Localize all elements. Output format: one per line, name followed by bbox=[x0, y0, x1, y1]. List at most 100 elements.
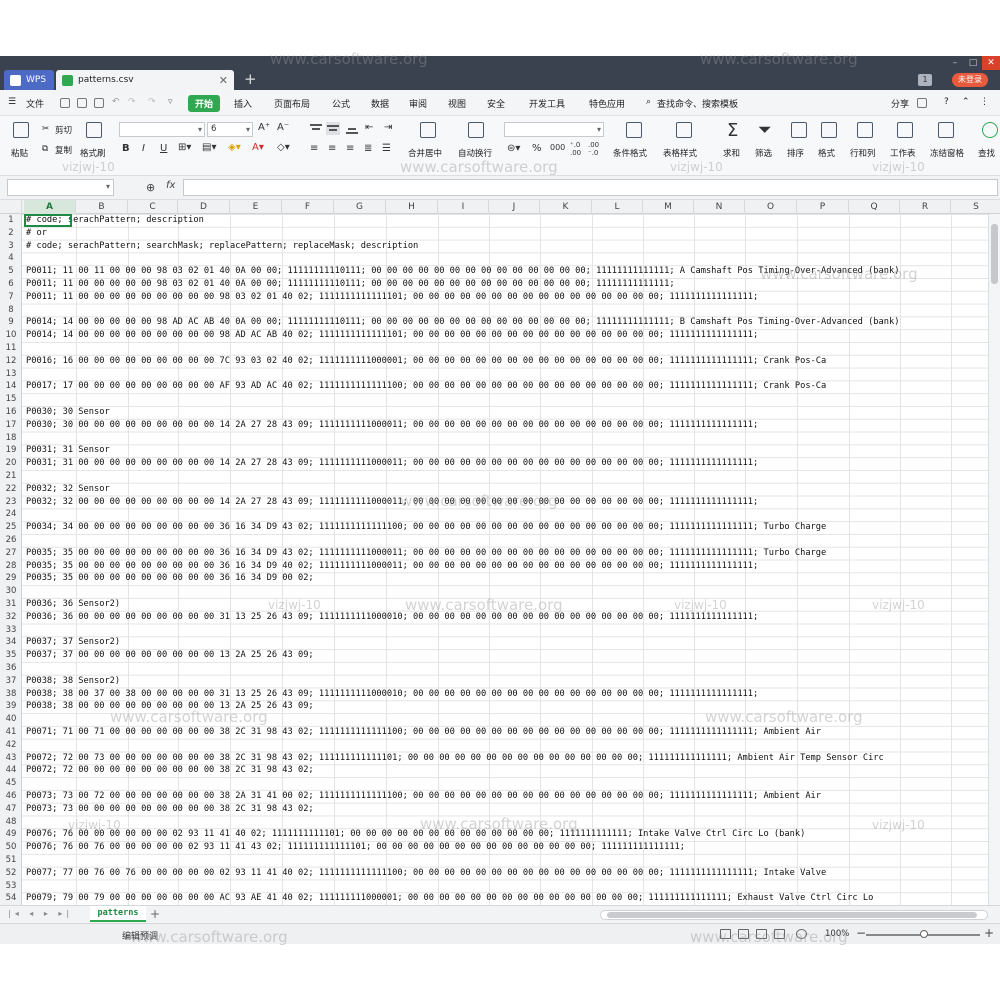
eye-protection-icon[interactable] bbox=[796, 929, 807, 939]
row-header-40[interactable]: 40 bbox=[0, 713, 22, 726]
row-header-30[interactable]: 30 bbox=[0, 585, 22, 598]
cell-a43[interactable]: P0072; 72 00 73 00 00 00 00 00 00 00 38 … bbox=[26, 752, 884, 765]
sort-button[interactable]: 排序 bbox=[787, 147, 804, 159]
command-search-input[interactable]: 查找命令、搜索模板 bbox=[657, 97, 738, 110]
column-header-p[interactable]: P bbox=[797, 200, 849, 214]
cell-a14[interactable]: P0017; 17 00 00 00 00 00 00 00 00 00 AF … bbox=[26, 380, 826, 393]
find-button[interactable]: 查找 bbox=[978, 147, 995, 159]
sum-icon[interactable]: Σ bbox=[727, 120, 738, 141]
row-header-15[interactable]: 15 bbox=[0, 393, 22, 406]
menu-start[interactable]: 开始 bbox=[188, 95, 221, 112]
add-sheet-button[interactable]: + bbox=[150, 907, 160, 921]
freeze-panes-button[interactable]: 冻结窗格 bbox=[930, 147, 964, 159]
row-header-38[interactable]: 38 bbox=[0, 688, 22, 701]
menu-developer[interactable]: 开发工具 bbox=[529, 97, 565, 110]
copy-icon[interactable]: ⧉ bbox=[42, 144, 48, 154]
zoom-out-button[interactable]: − bbox=[856, 926, 866, 940]
row-header-35[interactable]: 35 bbox=[0, 649, 22, 662]
wrap-text-button[interactable]: 自动换行 bbox=[458, 147, 492, 159]
ribbon-collapse-icon[interactable]: ⌃ bbox=[962, 97, 970, 107]
close-tab-icon[interactable]: ✕ bbox=[219, 74, 228, 87]
cell-a31[interactable]: P0036; 36 Sensor2) bbox=[26, 598, 120, 611]
align-middle-icon[interactable] bbox=[326, 122, 340, 135]
close-window-icon[interactable]: ✕ bbox=[982, 56, 1000, 70]
row-header-3[interactable]: 3 bbox=[0, 240, 22, 253]
column-header-e[interactable]: E bbox=[230, 200, 282, 214]
rows-cols-icon[interactable] bbox=[857, 122, 873, 138]
menu-view[interactable]: 视图 bbox=[448, 97, 466, 110]
row-header-49[interactable]: 49 bbox=[0, 828, 22, 841]
merge-center-icon[interactable] bbox=[420, 122, 436, 138]
row-header-47[interactable]: 47 bbox=[0, 803, 22, 816]
row-header-32[interactable]: 32 bbox=[0, 611, 22, 624]
column-header-k[interactable]: K bbox=[540, 200, 592, 214]
column-header-f[interactable]: F bbox=[282, 200, 334, 214]
column-header-j[interactable]: J bbox=[489, 200, 540, 214]
thousands-button[interactable]: 000 bbox=[550, 143, 565, 152]
row-header-27[interactable]: 27 bbox=[0, 547, 22, 560]
menu-formula[interactable]: 公式 bbox=[332, 97, 350, 110]
cell-a32[interactable]: P0036; 36 00 00 00 00 00 00 00 00 00 31 … bbox=[26, 611, 758, 624]
new-tab-button[interactable]: + bbox=[244, 70, 257, 88]
row-header-1[interactable]: 1 bbox=[0, 214, 22, 227]
column-header-c[interactable]: C bbox=[128, 200, 178, 214]
row-header-39[interactable]: 39 bbox=[0, 700, 22, 713]
cell-a16[interactable]: P0030; 30 Sensor bbox=[26, 406, 110, 419]
row-header-22[interactable]: 22 bbox=[0, 483, 22, 496]
cell-a47[interactable]: P0073; 73 00 00 00 00 00 00 00 00 00 38 … bbox=[26, 803, 314, 816]
decrease-decimal-icon[interactable]: .00 ⁻.0 bbox=[588, 141, 599, 157]
bold-button[interactable]: B bbox=[122, 143, 130, 154]
login-button[interactable]: 未登录 bbox=[952, 73, 988, 87]
cell-a3[interactable]: # code; serachPattern; searchMask; repla… bbox=[26, 240, 418, 253]
column-header-d[interactable]: D bbox=[178, 200, 230, 214]
row-header-28[interactable]: 28 bbox=[0, 560, 22, 573]
row-header-5[interactable]: 5 bbox=[0, 265, 22, 278]
row-header-42[interactable]: 42 bbox=[0, 739, 22, 752]
row-header-2[interactable]: 2 bbox=[0, 227, 22, 240]
sheet-tab-patterns[interactable]: patterns bbox=[90, 906, 146, 922]
cut-icon[interactable]: ✂ bbox=[42, 124, 49, 134]
horizontal-scroll-thumb[interactable] bbox=[607, 912, 977, 918]
row-header-20[interactable]: 20 bbox=[0, 457, 22, 470]
cell-a28[interactable]: P0035; 35 00 00 00 00 00 00 00 00 00 36 … bbox=[26, 560, 758, 573]
row-header-17[interactable]: 17 bbox=[0, 419, 22, 432]
row-header-4[interactable]: 4 bbox=[0, 252, 22, 265]
column-header-a[interactable]: A bbox=[24, 200, 76, 214]
underline-button[interactable]: U bbox=[160, 143, 167, 154]
preview-icon[interactable] bbox=[94, 98, 104, 108]
zoom-in-button[interactable]: + bbox=[984, 926, 994, 940]
row-header-9[interactable]: 9 bbox=[0, 316, 22, 329]
border-icon[interactable]: ⊞▾ bbox=[178, 142, 191, 153]
cell-a25[interactable]: P0034; 34 00 00 00 00 00 00 00 00 00 36 … bbox=[26, 521, 826, 534]
cell-a5[interactable]: P0011; 11 00 11 00 00 00 98 03 02 01 40 … bbox=[26, 265, 899, 278]
cell-a41[interactable]: P0071; 71 00 71 00 00 00 00 00 00 00 38 … bbox=[26, 726, 821, 739]
row-header-44[interactable]: 44 bbox=[0, 764, 22, 777]
cell-a52[interactable]: P0077; 77 00 76 00 76 00 00 00 00 00 02 … bbox=[26, 867, 826, 880]
italic-button[interactable]: I bbox=[142, 143, 145, 154]
column-header-o[interactable]: O bbox=[745, 200, 797, 214]
row-header-43[interactable]: 43 bbox=[0, 752, 22, 765]
menu-review[interactable]: 审阅 bbox=[409, 97, 427, 110]
cell-a7[interactable]: P0011; 11 00 00 00 00 00 00 00 00 00 98 … bbox=[26, 291, 758, 304]
menu-security[interactable]: 安全 bbox=[487, 97, 505, 110]
column-header-q[interactable]: Q bbox=[849, 200, 900, 214]
row-header-45[interactable]: 45 bbox=[0, 777, 22, 790]
row-header-24[interactable]: 24 bbox=[0, 508, 22, 521]
select-all-corner[interactable] bbox=[0, 200, 22, 214]
rows-cols-button[interactable]: 行和列 bbox=[850, 147, 876, 159]
row-header-19[interactable]: 19 bbox=[0, 444, 22, 457]
zoom-slider-knob[interactable] bbox=[920, 930, 928, 938]
cut-button[interactable]: 剪切 bbox=[55, 124, 72, 136]
row-header-23[interactable]: 23 bbox=[0, 496, 22, 509]
cell-a49[interactable]: P0076; 76 00 00 00 00 00 00 02 93 11 41 … bbox=[26, 828, 805, 841]
name-box[interactable] bbox=[7, 179, 114, 196]
format-painter-icon[interactable] bbox=[86, 122, 102, 138]
cell-a35[interactable]: P0037; 37 00 00 00 00 00 00 00 00 00 13 … bbox=[26, 649, 314, 662]
table-style-button[interactable]: 表格样式 bbox=[663, 147, 697, 159]
column-header-l[interactable]: L bbox=[592, 200, 643, 214]
percent-button[interactable]: % bbox=[532, 143, 542, 154]
formula-input[interactable] bbox=[183, 179, 998, 196]
cell-a46[interactable]: P0073; 73 00 72 00 00 00 00 00 00 00 38 … bbox=[26, 790, 821, 803]
format-button[interactable]: 格式 bbox=[818, 147, 835, 159]
insert-function-button[interactable]: fx bbox=[166, 180, 175, 191]
